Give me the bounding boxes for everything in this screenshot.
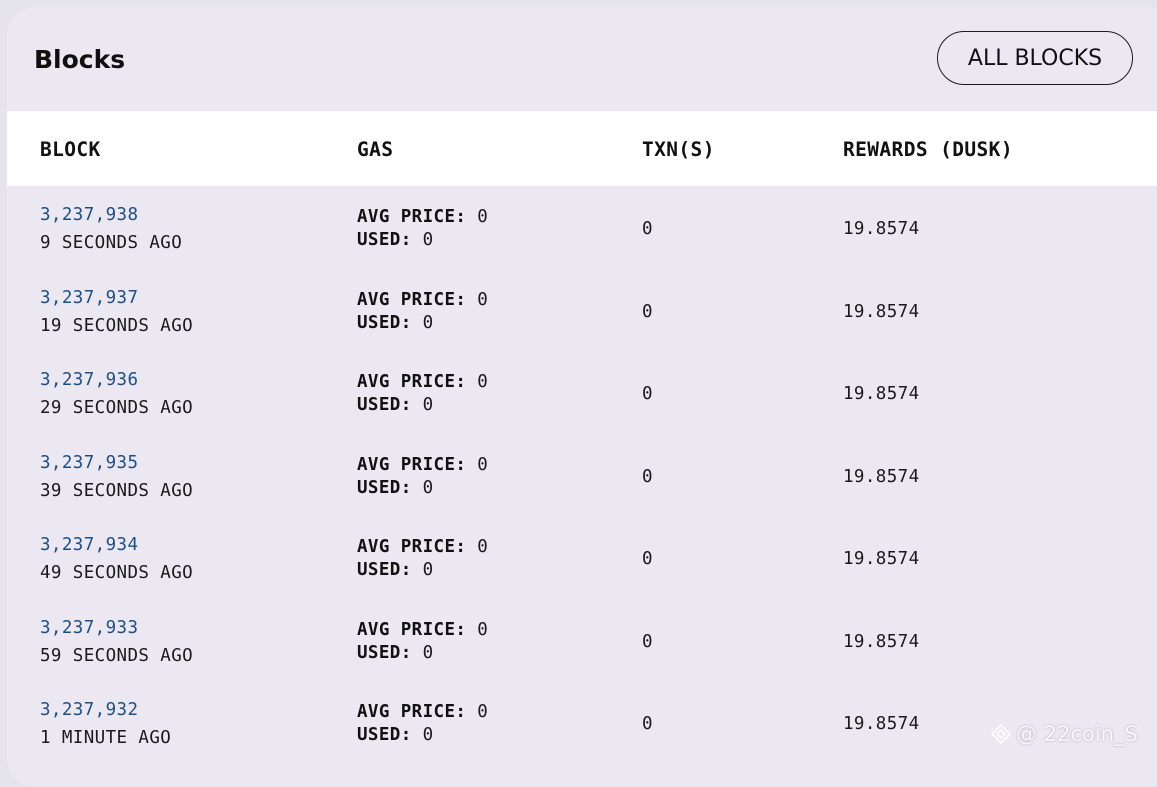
used-value: 0 bbox=[422, 395, 434, 415]
txn-count: 0 bbox=[642, 714, 653, 734]
avg-price-label: AVG PRICE: bbox=[357, 702, 467, 722]
txn-count: 0 bbox=[642, 384, 653, 404]
watermark-text: @ 22coin_S bbox=[1016, 722, 1138, 746]
table-row: 3,237,935 39 SECONDS AGO AVG PRICE: 0 US… bbox=[7, 434, 1157, 517]
txn-count: 0 bbox=[642, 219, 653, 239]
used-value: 0 bbox=[422, 477, 434, 498]
used-label: USED: bbox=[357, 560, 412, 580]
table-row: 3,237,934 49 SECONDS AGO AVG PRICE: 0 US… bbox=[7, 516, 1157, 599]
block-age: 1 MINUTE AGO bbox=[40, 728, 172, 748]
gas-used: USED: 0 bbox=[357, 477, 434, 499]
used-label: USED: bbox=[357, 477, 412, 498]
block-number-link[interactable]: 3,237,934 bbox=[40, 534, 138, 556]
avg-price-value: 0 bbox=[477, 702, 489, 722]
block-number-link[interactable]: 3,237,935 bbox=[40, 452, 138, 474]
block-number-link[interactable]: 3,237,933 bbox=[40, 617, 138, 639]
table-row: 3,237,938 9 SECONDS AGO AVG PRICE: 0 USE… bbox=[7, 186, 1157, 269]
avg-price-label: AVG PRICE: bbox=[357, 372, 467, 392]
block-number-link[interactable]: 3,237,938 bbox=[40, 204, 138, 226]
block-number-link[interactable]: 3,237,932 bbox=[40, 699, 138, 721]
used-label: USED: bbox=[357, 725, 412, 745]
column-header-block: BLOCK bbox=[40, 138, 101, 161]
avg-price-value: 0 bbox=[477, 454, 489, 475]
used-label: USED: bbox=[357, 395, 412, 415]
block-age: 59 SECONDS AGO bbox=[40, 645, 194, 666]
avg-price-label: AVG PRICE: bbox=[357, 289, 467, 310]
blocks-card: Blocks ALL BLOCKS BLOCK GAS TXN(S) REWAR… bbox=[7, 7, 1157, 787]
block-age: 39 SECONDS AGO bbox=[40, 480, 194, 501]
reward-value: 19.8574 bbox=[843, 384, 920, 404]
reward-value: 19.8574 bbox=[843, 219, 920, 239]
avg-price-label: AVG PRICE: bbox=[357, 207, 467, 227]
avg-price-value: 0 bbox=[477, 537, 489, 557]
reward-value: 19.8574 bbox=[843, 466, 920, 487]
avg-price-value: 0 bbox=[477, 289, 489, 310]
gas-used: USED: 0 bbox=[357, 312, 434, 334]
gas-avg-price: AVG PRICE: 0 bbox=[357, 289, 488, 311]
blocks-table-body: 3,237,938 9 SECONDS AGO AVG PRICE: 0 USE… bbox=[7, 186, 1157, 764]
avg-price-value: 0 bbox=[477, 372, 489, 392]
used-label: USED: bbox=[357, 230, 412, 250]
block-age: 19 SECONDS AGO bbox=[40, 315, 194, 336]
avg-price-value: 0 bbox=[477, 207, 489, 227]
all-blocks-button[interactable]: ALL BLOCKS bbox=[937, 31, 1133, 85]
avg-price-label: AVG PRICE: bbox=[357, 619, 467, 640]
diamond-logo-icon bbox=[990, 723, 1012, 745]
column-header-rewards: REWARDS (DUSK) bbox=[843, 138, 1013, 161]
page-title: Blocks bbox=[34, 45, 126, 74]
used-value: 0 bbox=[422, 312, 434, 333]
txn-count: 0 bbox=[642, 631, 653, 652]
reward-value: 19.8574 bbox=[843, 301, 920, 322]
table-row: 3,237,936 29 SECONDS AGO AVG PRICE: 0 US… bbox=[7, 351, 1157, 434]
block-age: 9 SECONDS AGO bbox=[40, 233, 183, 253]
gas-avg-price: AVG PRICE: 0 bbox=[357, 206, 488, 228]
txn-count: 0 bbox=[642, 549, 653, 569]
table-header: BLOCK GAS TXN(S) REWARDS (DUSK) bbox=[7, 111, 1157, 186]
gas-avg-price: AVG PRICE: 0 bbox=[357, 536, 488, 558]
column-header-gas: GAS bbox=[357, 138, 394, 161]
avg-price-label: AVG PRICE: bbox=[357, 454, 467, 475]
reward-value: 19.8574 bbox=[843, 631, 920, 652]
table-row: 3,237,933 59 SECONDS AGO AVG PRICE: 0 US… bbox=[7, 599, 1157, 682]
used-value: 0 bbox=[422, 642, 434, 663]
reward-value: 19.8574 bbox=[843, 549, 920, 569]
watermark: @ 22coin_S bbox=[990, 722, 1138, 746]
gas-used: USED: 0 bbox=[357, 559, 434, 581]
gas-used: USED: 0 bbox=[357, 229, 434, 251]
block-age: 49 SECONDS AGO bbox=[40, 563, 194, 583]
block-age: 29 SECONDS AGO bbox=[40, 398, 194, 418]
used-label: USED: bbox=[357, 642, 412, 663]
gas-avg-price: AVG PRICE: 0 bbox=[357, 371, 488, 393]
table-row: 3,237,937 19 SECONDS AGO AVG PRICE: 0 US… bbox=[7, 269, 1157, 352]
txn-count: 0 bbox=[642, 466, 653, 487]
used-value: 0 bbox=[422, 725, 434, 745]
card-header: Blocks ALL BLOCKS bbox=[7, 7, 1157, 111]
gas-avg-price: AVG PRICE: 0 bbox=[357, 619, 488, 641]
avg-price-label: AVG PRICE: bbox=[357, 537, 467, 557]
table-row: 3,237,932 1 MINUTE AGO AVG PRICE: 0 USED… bbox=[7, 681, 1157, 764]
avg-price-value: 0 bbox=[477, 619, 489, 640]
gas-used: USED: 0 bbox=[357, 724, 434, 746]
column-header-txns: TXN(S) bbox=[642, 138, 715, 161]
txn-count: 0 bbox=[642, 301, 653, 322]
gas-avg-price: AVG PRICE: 0 bbox=[357, 454, 488, 476]
gas-used: USED: 0 bbox=[357, 394, 434, 416]
used-value: 0 bbox=[422, 560, 434, 580]
used-label: USED: bbox=[357, 312, 412, 333]
reward-value: 19.8574 bbox=[843, 714, 920, 734]
gas-avg-price: AVG PRICE: 0 bbox=[357, 701, 488, 723]
block-number-link[interactable]: 3,237,936 bbox=[40, 369, 138, 391]
block-number-link[interactable]: 3,237,937 bbox=[40, 287, 138, 309]
used-value: 0 bbox=[422, 230, 434, 250]
gas-used: USED: 0 bbox=[357, 642, 434, 664]
